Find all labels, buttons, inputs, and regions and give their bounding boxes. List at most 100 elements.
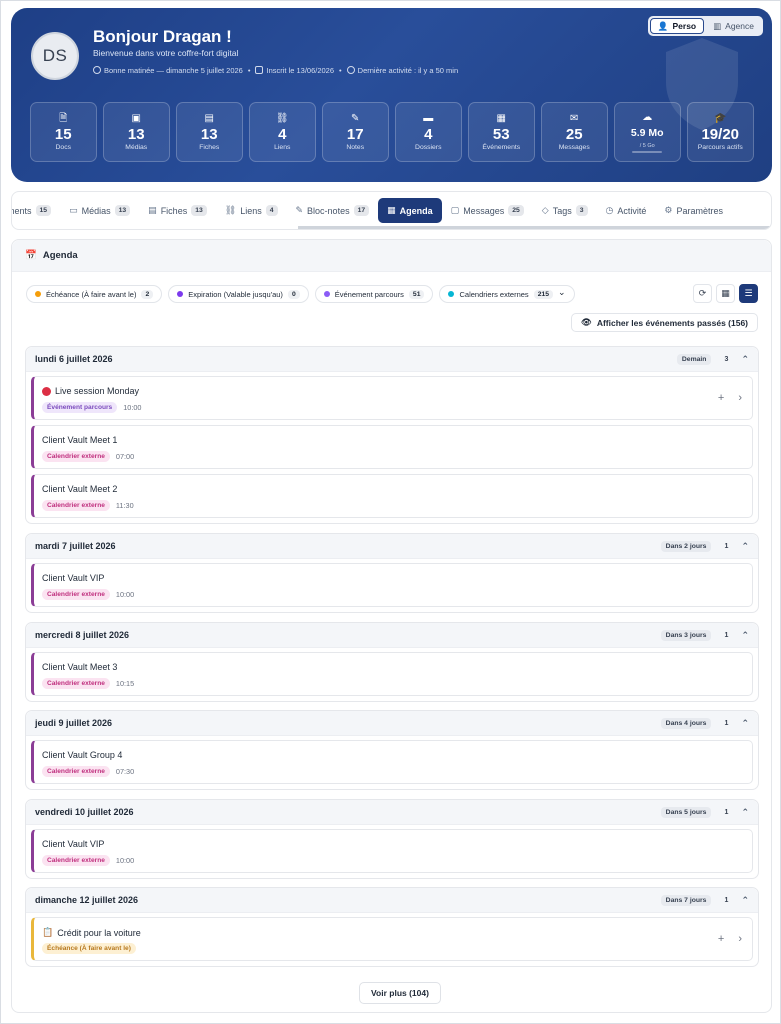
toggle-agence[interactable]: ▥ Agence xyxy=(706,18,761,34)
day-event-count: 1 xyxy=(724,542,729,550)
calendar-icon xyxy=(255,66,264,74)
tab-icon: ▤ xyxy=(148,205,157,215)
event-item[interactable]: 📋 Crédit pour la voiture Échéance (À faire… xyxy=(31,917,753,961)
event-actions: + › xyxy=(718,392,742,404)
list-view-button[interactable]: ☰ xyxy=(739,284,758,303)
chevron-up-icon[interactable]: ⌃ xyxy=(741,630,749,641)
toggle-perso-label: Perso xyxy=(672,21,697,31)
note-icon: ✎ xyxy=(351,113,360,124)
tab-label: Liens xyxy=(240,205,262,216)
graduation-icon: 🎓 xyxy=(714,113,727,124)
chevron-up-icon[interactable]: ⌃ xyxy=(741,354,749,365)
show-past-events-button[interactable]: 👁 Afficher les événements passés (156) xyxy=(571,313,758,332)
tab-count-badge: 13 xyxy=(114,205,131,216)
stat-card-fiches[interactable]: ▤ 13 Fiches xyxy=(176,102,243,162)
tab-bloc-notes[interactable]: ✎ Bloc-notes 17 xyxy=(287,198,379,223)
stat-card-notes[interactable]: ✎ 17 Notes xyxy=(322,102,389,162)
day-date: lundi 6 juillet 2026 xyxy=(35,354,113,364)
stat-card-docs[interactable]: 🗎 15 Docs xyxy=(30,102,97,162)
event-type-badge: Calendrier externe xyxy=(42,766,110,777)
day-group: dimanche 12 juillet 2026 Dans 7 jours 1 ⌃ 📋 C… xyxy=(25,887,759,967)
tab-ments[interactable]: ments15 xyxy=(12,198,60,223)
stat-card-parcours-actifs[interactable]: 🎓 19/20 Parcours actifs xyxy=(687,102,754,162)
stat-card--v-nements[interactable]: ▦ 53 Événements xyxy=(468,102,535,162)
event-item[interactable]: Client Vault VIP Calendrier externe 10:00 xyxy=(31,829,753,873)
stat-card-dossiers[interactable]: ▬ 4 Dossiers xyxy=(395,102,462,162)
event-title: Client Vault Meet 1 xyxy=(42,435,117,445)
day-header[interactable]: mardi 7 juillet 2026 Dans 2 jours 1 ⌃ xyxy=(26,534,758,559)
event-meta: Calendrier externe 11:30 xyxy=(42,500,134,511)
refresh-button[interactable]: ⟳ xyxy=(693,284,712,303)
filter-chip[interactable]: Échéance (À faire avant le) 2 xyxy=(26,285,163,303)
tab-icon: ◷ xyxy=(605,205,614,215)
day-header[interactable]: mercredi 8 juillet 2026 Dans 3 jours 1 ⌃ xyxy=(26,623,758,648)
stat-card-m-dias[interactable]: ▣ 13 Médias xyxy=(103,102,170,162)
tab-activit-[interactable]: ◷ Activité xyxy=(597,198,656,223)
tab-messages[interactable]: ▢ Messages 25 xyxy=(442,198,533,223)
chevron-up-icon[interactable]: ⌃ xyxy=(741,718,749,729)
stat-value: 4 xyxy=(278,126,287,143)
stat-label: Médias xyxy=(125,144,148,151)
calendar-view-button[interactable]: ▦ xyxy=(716,284,735,303)
day-group: mercredi 8 juillet 2026 Dans 3 jours 1 ⌃ Cli… xyxy=(25,622,759,702)
mail-icon: ✉ xyxy=(570,113,579,124)
event-item[interactable]: Client Vault Meet 3 Calendrier externe 10:… xyxy=(31,652,753,696)
event-title: Client Vault VIP xyxy=(42,573,104,583)
chevron-down-icon[interactable]: ⌄ xyxy=(558,287,566,298)
event-item[interactable]: Client Vault Meet 1 Calendrier externe 07:… xyxy=(31,425,753,469)
filter-chip[interactable]: Événement parcours 51 xyxy=(314,285,434,303)
avatar[interactable]: DS xyxy=(31,32,79,80)
tabs-scrollbar[interactable] xyxy=(298,226,771,229)
toggle-perso[interactable]: 👤 Perso xyxy=(649,18,705,34)
event-item[interactable]: Client Vault Meet 2 Calendrier externe 11:… xyxy=(31,474,753,518)
event-meta: Calendrier externe 10:15 xyxy=(42,678,134,689)
filter-chip[interactable]: Calendriers externes 215 ⌄ xyxy=(439,285,575,303)
event-item[interactable]: Live session Monday Événement parcours 10:… xyxy=(31,376,753,420)
greeting-title: Bonjour Dragan ! xyxy=(93,27,232,46)
event-title: Client Vault Meet 3 xyxy=(42,662,117,672)
tab-count-badge: 15 xyxy=(35,205,52,216)
calendar-icon: ▦ xyxy=(496,113,506,124)
day-header[interactable]: vendredi 10 juillet 2026 Dans 5 jours 1 ⌃ xyxy=(26,800,758,825)
plus-icon[interactable]: + xyxy=(718,933,724,945)
chevron-up-icon[interactable]: ⌃ xyxy=(741,807,749,818)
chevron-up-icon[interactable]: ⌃ xyxy=(741,895,749,906)
day-relative-badge: Dans 3 jours xyxy=(660,629,712,641)
event-title-text: Client Vault Meet 3 xyxy=(42,662,118,672)
day-event-count: 1 xyxy=(724,808,729,816)
chevron-up-icon[interactable]: ⌃ xyxy=(741,541,749,552)
calendar-icon: 📅 xyxy=(25,250,37,261)
event-item[interactable]: Client Vault Group 4 Calendrier externe 07… xyxy=(31,740,753,784)
stat-card--5-go[interactable]: ☁ 5.9 Mo / 5 Go xyxy=(614,102,681,162)
agenda-panel: 📅 Agenda Échéance (À faire avant le) 2 Exp… xyxy=(11,239,772,1013)
stat-card-liens[interactable]: ⛓ 4 Liens xyxy=(249,102,316,162)
stat-value: 17 xyxy=(346,126,364,143)
tab-param-tres[interactable]: ⚙ Paramètres xyxy=(655,198,732,223)
day-header[interactable]: dimanche 12 juillet 2026 Dans 7 jours 1 ⌃ xyxy=(26,888,758,913)
event-title-text: Client Vault Meet 2 xyxy=(42,484,118,494)
event-item[interactable]: Client Vault VIP Calendrier externe 10:00 xyxy=(31,563,753,607)
show-more-button[interactable]: Voir plus (104) xyxy=(359,982,441,1004)
tab-agenda[interactable]: ▦ Agenda xyxy=(378,198,442,223)
tab-fiches[interactable]: ▤ Fiches 13 xyxy=(139,198,216,223)
filter-count: 0 xyxy=(287,289,300,299)
meta-date-text: Bonne matinée — dimanche 5 juillet 2026 xyxy=(104,66,243,75)
welcome-subtitle: Bienvenue dans votre coffre-fort digital xyxy=(93,48,239,58)
event-type-badge: Calendrier externe xyxy=(42,451,110,462)
event-title: Client Vault Meet 2 xyxy=(42,484,117,494)
day-header[interactable]: lundi 6 juillet 2026 Demain 3 ⌃ xyxy=(26,347,758,372)
chevron-right-icon[interactable]: › xyxy=(738,392,742,404)
chevron-right-icon[interactable]: › xyxy=(738,933,742,945)
stat-value: 15 xyxy=(54,126,72,143)
plus-icon[interactable]: + xyxy=(718,392,724,404)
day-date: vendredi 10 juillet 2026 xyxy=(35,807,134,817)
stat-label: Fiches xyxy=(199,144,220,151)
tab-tags[interactable]: ◇ Tags 3 xyxy=(533,198,597,223)
stat-card-messages[interactable]: ✉ 25 Messages xyxy=(541,102,608,162)
filter-chip[interactable]: Expiration (Valable jusqu'au) 0 xyxy=(168,285,309,303)
tab-m-dias[interactable]: ▭ Médias 13 xyxy=(60,198,139,223)
event-time: 11:30 xyxy=(115,501,134,510)
day-header[interactable]: jeudi 9 juillet 2026 Dans 4 jours 1 ⌃ xyxy=(26,711,758,736)
tab-liens[interactable]: ⛓ Liens 4 xyxy=(216,198,287,223)
event-title-text: Client Vault Group 4 xyxy=(42,750,123,760)
